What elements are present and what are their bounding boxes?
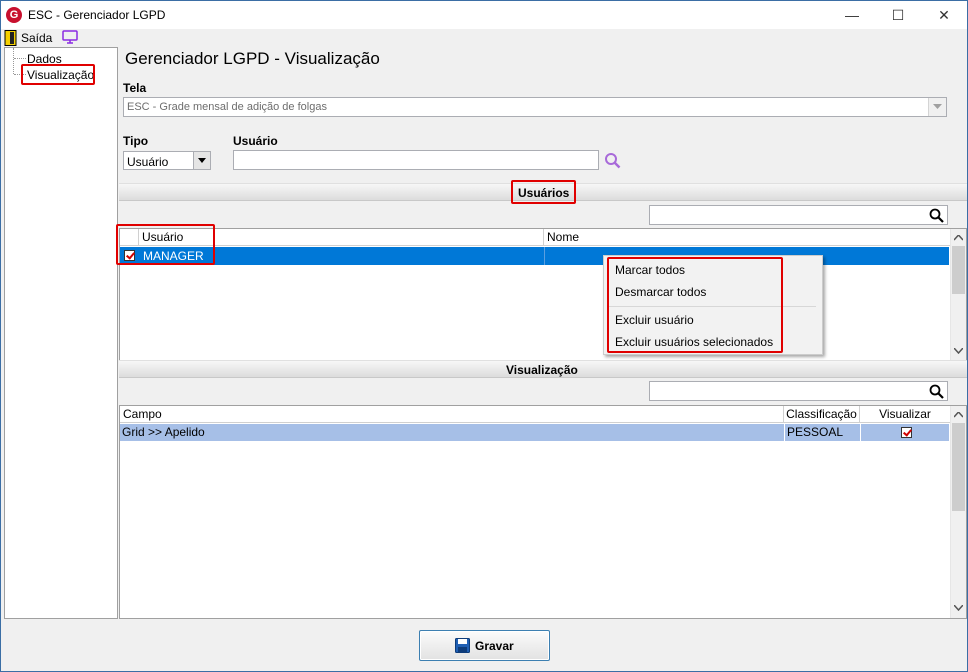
chevron-down-icon [198,158,206,163]
tela-label: Tela [123,81,147,95]
tipo-label: Tipo [123,134,149,148]
monitor-icon[interactable] [62,30,78,44]
highlight-box [607,257,783,353]
view-search-box[interactable] [649,381,948,401]
tela-select[interactable]: ESC - Grade mensal de adição de folgas [123,97,947,117]
scroll-thumb[interactable] [952,246,965,294]
tipo-select-value: Usuário [127,155,169,169]
exit-door-icon [4,30,17,46]
column-divider [860,424,861,441]
chevron-down-icon [933,104,942,109]
app-window: G ESC - Gerenciador LGPD — ☐ ✕ Saída Dad… [0,0,968,672]
context-menu: Marcar todos Desmarcar todos Excluir usu… [603,255,823,355]
chevron-up-icon[interactable] [954,412,963,418]
column-divider [544,247,545,265]
usuario-label: Usuário [233,134,278,148]
tela-select-value: ESC - Grade mensal de adição de folgas [127,101,327,113]
menu-bar: Saída [1,29,967,47]
exit-label: Saída [21,31,53,45]
view-section-title: Visualização [506,363,578,377]
view-grid: Campo Classificação Visualizar Grid >> A… [119,405,967,619]
column-divider [784,424,785,441]
chevron-down-icon[interactable] [954,605,963,611]
usuario-input[interactable] [233,150,599,170]
app-logo-icon: G [6,7,22,23]
window-title: ESC - Gerenciador LGPD [28,8,166,22]
tree-line [13,48,15,74]
highlight-box [21,64,95,85]
view-section-bar: Visualização [119,360,967,378]
maximize-button[interactable]: ☐ [875,1,921,29]
search-icon[interactable] [604,152,621,169]
navigation-tree: Dados Visualização [4,47,118,619]
minimize-button[interactable]: — [829,1,875,29]
chevron-up-icon[interactable] [954,235,963,241]
table-row[interactable]: Grid >> Apelido PESSOAL [120,424,949,441]
tipo-dropdown-button[interactable] [193,152,210,169]
exit-menu-item[interactable]: Saída [4,30,52,46]
save-button-label: Gravar [475,639,514,653]
users-grid: Usuário Nome MANAGER [119,228,967,361]
table-row[interactable]: MANAGER [120,247,949,265]
grid-header-nome[interactable]: Nome [544,229,951,246]
users-grid-scrollbar[interactable] [950,229,966,360]
row-campo: Grid >> Apelido [122,425,205,439]
tipo-select[interactable]: Usuário [123,151,211,170]
save-button[interactable]: Gravar [419,630,550,661]
floppy-disk-icon [455,638,470,653]
tela-dropdown-button[interactable] [928,98,946,116]
highlight-box [116,224,215,265]
title-bar: G ESC - Gerenciador LGPD — ☐ ✕ [1,1,967,29]
view-grid-scrollbar[interactable] [950,406,966,618]
row-classificacao: PESSOAL [787,425,844,439]
grid-header-visualizar[interactable]: Visualizar [860,406,951,423]
tree-line [14,58,26,59]
search-icon[interactable] [929,384,944,399]
grid-header-campo[interactable]: Campo [120,406,784,423]
search-icon[interactable] [929,208,944,223]
page-title: Gerenciador LGPD - Visualização [125,49,380,68]
scroll-thumb[interactable] [952,423,965,511]
chevron-down-icon[interactable] [954,348,963,354]
close-button[interactable]: ✕ [921,1,967,29]
visualizar-checkbox[interactable] [901,427,912,438]
highlight-box [511,180,576,204]
grid-header-classificacao[interactable]: Classificação [784,406,860,423]
users-search-box[interactable] [649,205,948,225]
main-content: Gerenciador LGPD - Visualização Tela ESC… [116,47,967,619]
